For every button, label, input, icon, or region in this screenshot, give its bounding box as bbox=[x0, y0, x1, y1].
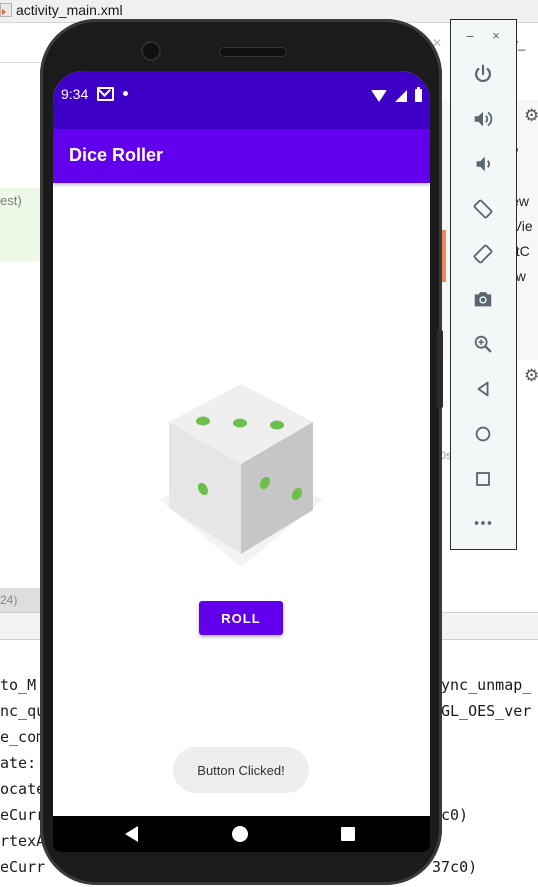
back-icon bbox=[477, 381, 489, 397]
emulator-rotate-left-button[interactable] bbox=[470, 196, 496, 222]
console-line: ync_unmap_ bbox=[441, 676, 532, 694]
zoom-icon bbox=[474, 335, 492, 353]
emulator-volume-down-button[interactable] bbox=[470, 151, 496, 177]
notification-dot-icon bbox=[123, 91, 128, 96]
dice-pip bbox=[196, 416, 210, 426]
console-line: ocate bbox=[0, 780, 46, 798]
dice-image bbox=[159, 384, 323, 567]
wifi-icon bbox=[370, 89, 387, 102]
phone-screen: 9:34 Dice Roller ROLL Button Clicked! bbox=[53, 71, 430, 852]
overview-icon bbox=[476, 472, 490, 486]
console-line: GL_OES_ver bbox=[441, 702, 532, 720]
battery-icon bbox=[415, 87, 422, 102]
ide-left-panel bbox=[0, 62, 42, 613]
camera-icon bbox=[474, 292, 492, 307]
rotate-right-icon bbox=[473, 244, 493, 264]
ide-gear-icon[interactable]: ⚙ bbox=[524, 366, 538, 386]
ide-left-gray-text: 24) bbox=[0, 593, 18, 607]
home-icon bbox=[475, 426, 491, 442]
emulator-close-button[interactable]: × bbox=[489, 29, 503, 43]
dice-pip bbox=[270, 420, 284, 430]
roll-button[interactable]: ROLL bbox=[199, 601, 283, 635]
console-line: c0) bbox=[441, 806, 469, 824]
ide-gear-icon[interactable]: ⚙ bbox=[524, 106, 538, 126]
status-icons bbox=[368, 85, 422, 102]
xml-file-icon bbox=[0, 3, 12, 17]
console-line: e_com bbox=[0, 728, 46, 746]
console-line: rtexA bbox=[0, 832, 46, 850]
console-line: eCurr bbox=[0, 858, 46, 876]
app-bar: Dice Roller bbox=[53, 129, 430, 183]
emulator-power-button[interactable] bbox=[470, 61, 496, 87]
ide-file-tab[interactable]: activity_main.xml bbox=[16, 2, 123, 18]
console-line: eCurr bbox=[0, 806, 46, 824]
nav-overview-icon[interactable] bbox=[341, 827, 355, 841]
volume-down-icon bbox=[476, 156, 490, 172]
console-line: nc_qu bbox=[0, 702, 46, 720]
emulator-home-button[interactable] bbox=[470, 421, 496, 447]
rotate-left-icon bbox=[473, 199, 493, 219]
more-icon bbox=[474, 521, 492, 525]
nav-home-icon[interactable] bbox=[232, 826, 248, 842]
console-line: to_M bbox=[0, 676, 37, 694]
navigation-bar bbox=[53, 816, 430, 852]
console-line: 37c0) bbox=[432, 858, 478, 876]
emulator-overview-button[interactable] bbox=[470, 466, 496, 492]
front-camera-icon bbox=[143, 43, 159, 59]
emulator-back-button[interactable] bbox=[470, 376, 496, 402]
status-bar: 9:34 bbox=[53, 71, 430, 129]
emulator-toolbar: − × bbox=[450, 19, 517, 550]
nav-back-icon[interactable] bbox=[125, 826, 138, 842]
emulator-screenshot-button[interactable] bbox=[470, 286, 496, 312]
toast-message: Button Clicked! bbox=[173, 747, 309, 793]
emulator-more-button[interactable] bbox=[470, 510, 496, 536]
cell-signal-icon bbox=[394, 89, 407, 102]
status-time: 9:34 bbox=[61, 86, 89, 102]
emulator-volume-up-button[interactable] bbox=[470, 106, 496, 132]
emulator-zoom-button[interactable] bbox=[470, 331, 496, 357]
console-line: ate: bbox=[0, 754, 46, 772]
dice-pip bbox=[233, 418, 247, 428]
volume-up-icon bbox=[474, 111, 493, 127]
ide-left-green-text: est) bbox=[0, 193, 22, 208]
power-icon bbox=[475, 64, 491, 83]
app-title: Dice Roller bbox=[69, 145, 164, 165]
emulator-minimize-button[interactable]: − bbox=[463, 29, 477, 43]
emulator-rotate-right-button[interactable] bbox=[470, 241, 496, 267]
phone-side-button bbox=[437, 330, 443, 408]
desktop: activity_main.xml ✕ ity_ est) 24) ⚙ w ie… bbox=[0, 0, 538, 887]
earpiece-speaker bbox=[220, 48, 286, 56]
gmail-notification-icon bbox=[97, 87, 114, 101]
